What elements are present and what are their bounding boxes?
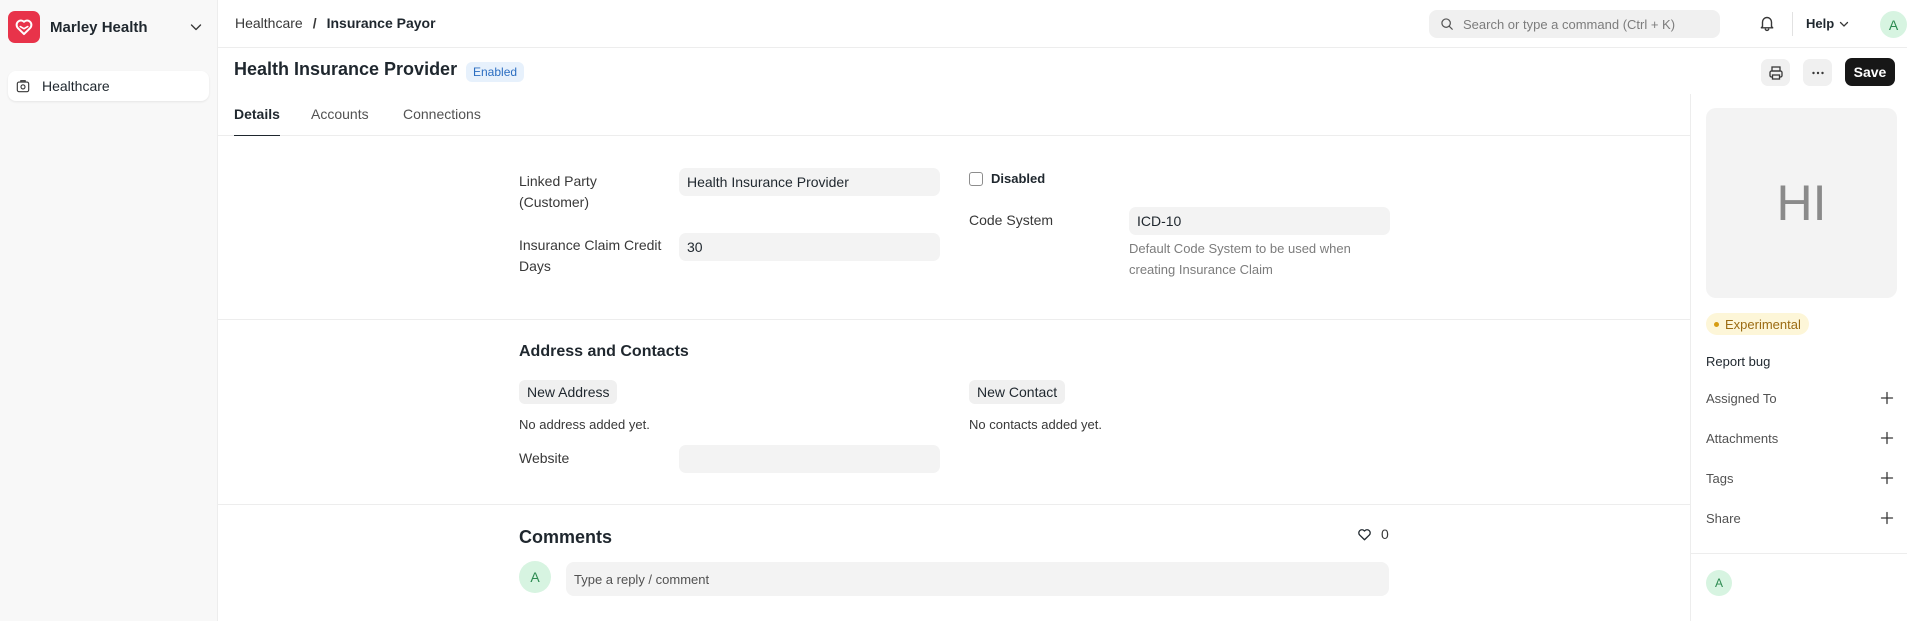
breadcrumb-healthcare[interactable]: Healthcare [235,15,303,31]
likes-count: 0 [1381,526,1389,542]
like-button[interactable]: 0 [1357,526,1389,542]
attachments-row[interactable]: Attachments [1706,428,1894,448]
tab-accounts[interactable]: Accounts [311,106,369,136]
search-bar[interactable] [1429,10,1720,38]
app-sidebar: Marley Health Healthcare [0,0,218,621]
print-button[interactable] [1761,59,1790,86]
linked-party-field[interactable]: Health Insurance Provider [679,168,940,196]
workspace-name: Marley Health [50,18,148,36]
save-button[interactable]: Save [1845,58,1895,86]
comments-title: Comments [519,527,613,547]
sidebar-item-healthcare[interactable]: Healthcare [8,71,209,101]
comment-input[interactable] [574,571,1374,587]
status-dot-icon [1714,321,1719,327]
navbar-divider [1792,12,1793,36]
heart-logo-icon [8,11,40,43]
no-contacts-text: No contacts added yet. [969,417,1102,432]
breadcrumb-separator: / [312,15,317,31]
tags-row[interactable]: Tags [1706,468,1894,488]
address-section-title: Address and Contacts [519,343,689,360]
section-divider [218,504,1690,505]
breadcrumb: Healthcare / Insurance Payor [235,15,436,31]
report-bug-link[interactable]: Report bug [1706,354,1770,369]
bell-icon[interactable] [1758,14,1776,32]
code-system-help-text: Default Code System to be used when crea… [1129,241,1351,277]
chevron-down-icon [1840,21,1849,27]
help-label: Help [1806,16,1835,31]
user-avatar[interactable]: A [1880,11,1907,38]
website-label: Website [519,450,570,466]
sidebar-divider [1691,553,1907,554]
assigned-to-row[interactable]: Assigned To [1706,388,1894,408]
more-horizontal-icon [1811,71,1824,74]
plus-icon[interactable] [1880,471,1894,485]
top-navbar: Healthcare / Insurance Payor Help A [218,0,1907,48]
more-actions-button[interactable] [1803,59,1832,86]
breadcrumb-insurance-payor[interactable]: Insurance Payor [327,15,436,31]
disabled-label[interactable]: Disabled [991,171,1045,186]
new-address-button[interactable]: New Address [519,380,618,404]
workspace-switcher[interactable]: Marley Health [8,11,204,43]
avatar: A [519,561,551,593]
credit-days-field[interactable]: 30 [679,233,940,261]
healthcare-icon [16,80,30,93]
code-system-label: Code System [969,212,1054,228]
search-input[interactable] [1463,16,1703,32]
assigned-to-label: Assigned To [1706,390,1777,406]
plus-icon[interactable] [1880,431,1894,445]
credit-days-label: Insurance Claim Credit Days [519,237,662,274]
website-field[interactable] [679,445,940,473]
section-divider [218,319,1690,320]
heart-icon [1358,528,1371,540]
share-row[interactable]: Share [1706,508,1894,528]
disabled-checkbox[interactable] [969,172,983,186]
plus-icon[interactable] [1880,391,1894,405]
new-contact-button[interactable]: New Contact [969,380,1066,404]
sidebar-item-label: Healthcare [42,78,110,94]
search-icon [1441,18,1453,30]
attachments-label: Attachments [1706,430,1779,446]
linked-party-label: Linked Party (Customer) [519,173,597,210]
code-system-field[interactable]: ICD-10 [1129,207,1390,235]
comment-box[interactable] [566,562,1389,596]
status-badge: Enabled [466,62,525,82]
no-address-text: No address added yet. [519,417,650,432]
experimental-badge: Experimental [1706,313,1809,335]
tab-connections[interactable]: Connections [403,106,481,136]
form-sidebar: HI Experimental Report bug Assigned To A… [1690,94,1907,621]
page-title: Health Insurance Provider [234,59,458,79]
experimental-label: Experimental [1725,316,1801,332]
chevron-down-icon[interactable] [188,19,204,35]
plus-icon[interactable] [1880,511,1894,525]
record-image[interactable]: HI [1706,108,1897,298]
share-label: Share [1706,510,1741,526]
help-menu[interactable]: Help [1806,16,1850,31]
tab-details[interactable]: Details [234,106,280,136]
avatar: A [1706,570,1732,596]
printer-icon [1768,65,1783,80]
tags-label: Tags [1706,470,1734,486]
form-tabs: Details Accounts Connections [218,96,1691,136]
